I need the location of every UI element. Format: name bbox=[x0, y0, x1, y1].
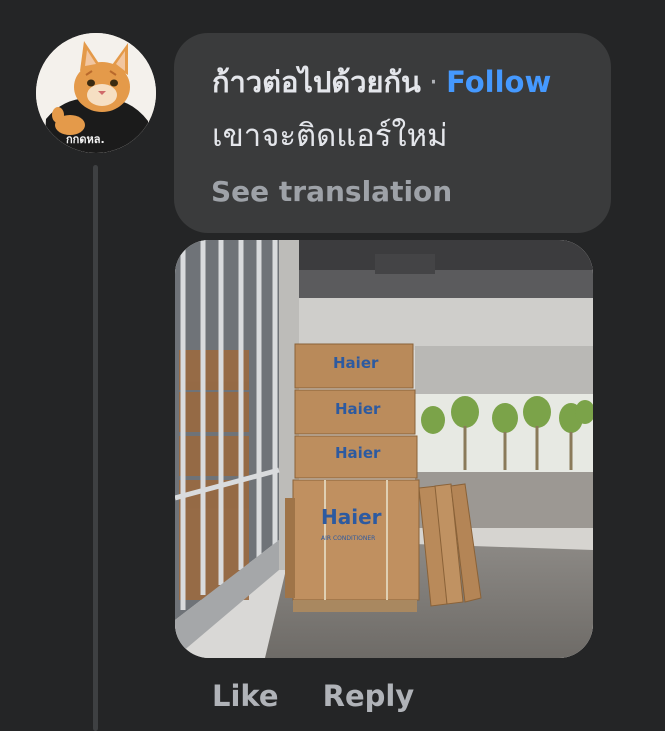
thread-line bbox=[93, 165, 98, 731]
comment-bubble: ก้าวต่อไปด้วยกัน · Follow เขาจะติดแอร์ใหม่… bbox=[174, 33, 611, 233]
separator-dot: · bbox=[428, 65, 439, 99]
avatar[interactable]: กกดหล. bbox=[36, 33, 156, 153]
cat-avatar-image: กกดหล. bbox=[36, 33, 156, 153]
box-brand-4: Haier bbox=[321, 505, 382, 529]
comment-text: เขาจะติดแอร์ใหม่ bbox=[212, 118, 448, 154]
photo-image: Haier Haier Haier Haier AIR CONDITIONER bbox=[175, 240, 593, 658]
box-brand-2: Haier bbox=[335, 400, 381, 418]
box-brand-3: Haier bbox=[335, 444, 381, 462]
box-brand-1: Haier bbox=[333, 354, 379, 372]
reply-button[interactable]: Reply bbox=[323, 679, 415, 713]
box-caption: AIR CONDITIONER bbox=[321, 535, 375, 542]
comment-actions: Like Reply bbox=[212, 676, 414, 716]
avatar-shirt-text: กกดหล. bbox=[66, 133, 105, 146]
author-name[interactable]: ก้าวต่อไปด้วยกัน bbox=[212, 65, 421, 99]
author-row: ก้าวต่อไปด้วยกัน · Follow bbox=[212, 63, 551, 101]
comment-photo[interactable]: Haier Haier Haier Haier AIR CONDITIONER bbox=[175, 240, 593, 658]
like-button[interactable]: Like bbox=[212, 679, 279, 713]
see-translation-link[interactable]: See translation bbox=[211, 173, 452, 211]
follow-button[interactable]: Follow bbox=[446, 65, 551, 99]
